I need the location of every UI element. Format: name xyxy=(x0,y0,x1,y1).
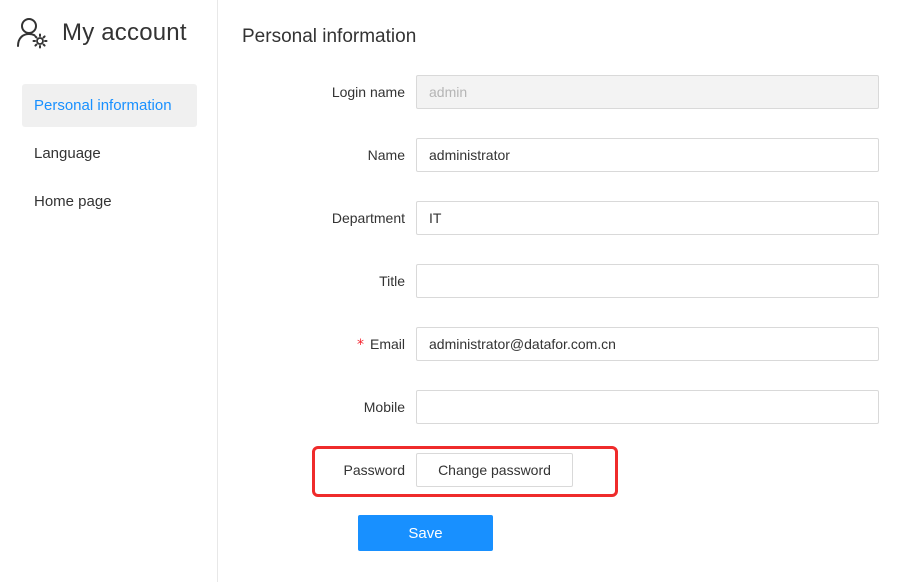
password-row: Password Change password xyxy=(219,453,908,487)
sidebar-item-language[interactable]: Language xyxy=(22,132,197,175)
name-input[interactable] xyxy=(416,138,879,172)
email-input[interactable] xyxy=(416,327,879,361)
email-label: Email xyxy=(369,336,405,352)
mobile-label: Mobile xyxy=(363,399,405,415)
email-row: * Email xyxy=(219,327,908,361)
my-account-page: My account Personal information Language… xyxy=(0,0,908,582)
department-input[interactable] xyxy=(416,201,879,235)
sidebar-header: My account xyxy=(16,16,187,50)
department-row: Department xyxy=(219,201,908,235)
name-label: Name xyxy=(367,147,405,163)
login-name-row: Login name xyxy=(219,75,908,109)
user-settings-icon xyxy=(16,16,50,50)
mobile-row: Mobile xyxy=(219,390,908,424)
save-button[interactable]: Save xyxy=(358,515,493,551)
sidebar: My account Personal information Language… xyxy=(0,0,218,582)
required-mark: * xyxy=(356,337,364,353)
page-title: My account xyxy=(62,19,187,46)
mobile-input[interactable] xyxy=(416,390,879,424)
title-input[interactable] xyxy=(416,264,879,298)
sidebar-item-home-page[interactable]: Home page xyxy=(22,180,197,223)
title-label: Title xyxy=(379,273,405,289)
email-label-wrap: * Email xyxy=(357,327,405,361)
section-title: Personal information xyxy=(242,26,417,47)
sidebar-nav: Personal information Language Home page xyxy=(22,84,197,228)
main-content: Personal information Login name Name Dep… xyxy=(219,0,908,582)
login-name-label: Login name xyxy=(331,84,405,100)
login-name-input[interactable] xyxy=(416,75,879,109)
name-row: Name xyxy=(219,138,908,172)
department-label: Department xyxy=(331,210,405,226)
password-label: Password xyxy=(343,462,405,478)
title-row: Title xyxy=(219,264,908,298)
sidebar-item-personal-information[interactable]: Personal information xyxy=(22,84,197,127)
change-password-button[interactable]: Change password xyxy=(416,453,573,487)
